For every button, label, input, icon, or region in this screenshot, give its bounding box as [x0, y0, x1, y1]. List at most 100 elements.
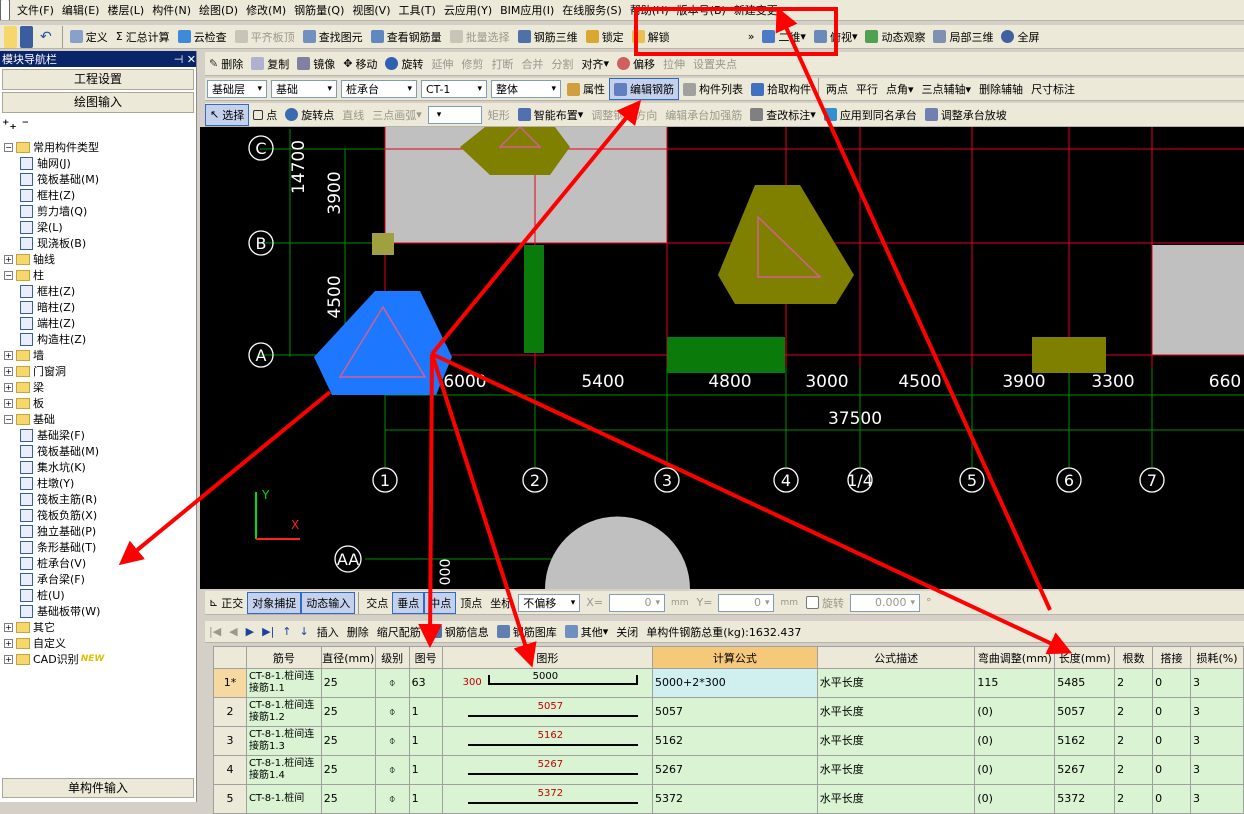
table-cell[interactable]: 水平长度: [816, 697, 976, 727]
offset-button[interactable]: 偏移: [613, 53, 659, 75]
table-cell[interactable]: 5372: [1054, 784, 1116, 814]
other-dropdown[interactable]: 其他 ▾: [561, 621, 613, 642]
table-cell[interactable]: 3: [1190, 784, 1244, 814]
first-record-icon[interactable]: |◀: [205, 621, 225, 642]
column-header[interactable]: 损耗(%): [1190, 646, 1244, 669]
table-cell[interactable]: (0): [974, 726, 1056, 756]
tree-item[interactable]: 集水坑(K): [0, 459, 196, 475]
table-cell[interactable]: 1: [408, 755, 443, 785]
tree-folder[interactable]: + 门窗洞: [0, 363, 196, 379]
modify-label-button[interactable]: 查改标注 ▾: [746, 104, 820, 126]
tree-item[interactable]: 桩(U): [0, 587, 196, 603]
tree-item[interactable]: 现浇板(B): [0, 235, 196, 251]
three-point-axis-button[interactable]: 三点辅轴 ▾: [918, 78, 976, 100]
intersection-snap[interactable]: 交点: [362, 592, 392, 614]
menu-item[interactable]: 构件(N): [148, 0, 195, 20]
pile-cap[interactable]: [1032, 337, 1106, 373]
vertex-snap[interactable]: 顶点: [456, 592, 486, 614]
x-input[interactable]: 0: [608, 593, 665, 612]
line-button[interactable]: 直线: [338, 104, 368, 126]
pick-component-button[interactable]: 拾取构件: [747, 78, 815, 100]
menu-item[interactable]: 在线服务(S): [558, 0, 626, 20]
collapse-icon[interactable]: −: [4, 414, 13, 424]
table-cell[interactable]: ⌽: [374, 784, 410, 814]
merge-button[interactable]: 合并: [517, 53, 547, 75]
rebar-3d-button[interactable]: 钢筋三维: [514, 26, 582, 48]
table-cell[interactable]: 1: [408, 726, 443, 756]
new-file-icon[interactable]: [0, 0, 10, 20]
table-cell[interactable]: 0: [1152, 726, 1192, 756]
arc-mode-select[interactable]: [427, 105, 482, 124]
find-element-button[interactable]: 查找图元: [299, 26, 367, 48]
parallel-button[interactable]: 平行: [852, 78, 882, 100]
dimension-button[interactable]: 尺寸标注: [1027, 78, 1079, 100]
column-header[interactable]: 公式描述: [816, 646, 976, 669]
view-rebar-qty-button[interactable]: 查看钢筋量: [367, 26, 446, 48]
collapse-icon[interactable]: −: [4, 270, 13, 280]
table-cell[interactable]: 1: [408, 784, 443, 814]
beam[interactable]: [524, 245, 544, 353]
tree-folder[interactable]: + 自定义: [0, 635, 196, 651]
edit-cap-reinforce-button[interactable]: 编辑承台加强筋: [661, 104, 746, 126]
table-cell[interactable]: 5485: [1054, 668, 1116, 698]
table-cell[interactable]: 25: [320, 726, 376, 756]
lock-button[interactable]: 锁定: [582, 26, 628, 48]
cad-drawing[interactable]: C B A 1 2 3 4 1/4 5 6 7 AA 6000 5400 480…: [200, 127, 1244, 589]
table-cell[interactable]: 25: [320, 668, 376, 698]
table-cell[interactable]: CT-8-1.桩间连接筋1.3: [245, 726, 322, 756]
table-row[interactable]: 3 CT-8-1.桩间连接筋1.3 25 ⌽ 1 5162 5162 水平长度 (0) 5162 2…: [213, 726, 1244, 756]
column-header[interactable]: 长度(mm): [1054, 646, 1116, 669]
menu-item[interactable]: 新建变更: [730, 0, 782, 20]
insert-button[interactable]: 插入: [313, 621, 343, 642]
drawing-canvas[interactable]: C B A 1 2 3 4 1/4 5 6 7 AA 6000 5400 480…: [200, 127, 1244, 589]
menu-item[interactable]: 修改(M): [242, 0, 290, 20]
two-point-button[interactable]: 两点: [822, 78, 852, 100]
table-cell[interactable]: CT-8-1.桩间连接筋1.1: [245, 668, 322, 698]
menu-item[interactable]: 文件(F): [13, 0, 58, 20]
prev-record-icon[interactable]: ◀: [225, 621, 241, 642]
table-cell[interactable]: ⌽: [374, 755, 410, 785]
tree-item[interactable]: 基础梁(F): [0, 427, 196, 443]
move-up-icon[interactable]: ↑: [278, 621, 295, 642]
table-cell[interactable]: 5162: [441, 726, 654, 756]
expand-collapse-icons[interactable]: ⁺₊ ⁻: [0, 113, 196, 135]
type-select[interactable]: 桩承台: [341, 80, 417, 98]
define-button[interactable]: 定义: [66, 26, 112, 48]
close-icon[interactable]: ⊣ ✕: [174, 53, 196, 66]
table-cell[interactable]: 5372: [652, 784, 818, 814]
project-settings-button[interactable]: 工程设置: [2, 69, 194, 90]
rect-button[interactable]: 矩形: [484, 104, 514, 126]
break-button[interactable]: 打断: [487, 53, 517, 75]
menu-item[interactable]: 视图(V): [348, 0, 394, 20]
menu-item[interactable]: 编辑(E): [58, 0, 104, 20]
delete-axis-button[interactable]: 删除辅轴: [975, 78, 1027, 100]
table-cell[interactable]: 1: [408, 697, 443, 727]
table-cell[interactable]: 25: [320, 784, 376, 814]
perpendicular-snap[interactable]: 垂点: [392, 591, 425, 614]
tree-item[interactable]: 剪力墙(Q): [0, 203, 196, 219]
table-cell[interactable]: 水平长度: [816, 726, 976, 756]
view-2d-dropdown[interactable]: 二维 ▾: [758, 26, 810, 48]
rotate-input[interactable]: 0.000: [850, 593, 921, 612]
menu-item[interactable]: 帮助(H): [626, 0, 673, 20]
tree-folder[interactable]: + 墙: [0, 347, 196, 363]
tree-folder[interactable]: + 板: [0, 395, 196, 411]
table-cell[interactable]: 水平长度: [816, 784, 976, 814]
menu-item[interactable]: 钢筋量(Q): [290, 0, 348, 20]
align-slab-top-button[interactable]: 平齐板顶: [231, 26, 299, 48]
expand-icon[interactable]: +: [4, 350, 13, 360]
column-header[interactable]: 计算公式: [652, 646, 818, 669]
table-cell[interactable]: 2: [1114, 755, 1154, 785]
tree-item[interactable]: 筏板基础(M): [0, 171, 196, 187]
delete-row-button[interactable]: 删除: [343, 621, 373, 642]
menu-item[interactable]: 绘图(D): [195, 0, 242, 20]
offset-select[interactable]: 不偏移: [518, 593, 581, 612]
menu-item[interactable]: 工具(T): [395, 0, 440, 20]
y-input[interactable]: 0: [718, 593, 775, 612]
table-cell[interactable]: 2: [213, 697, 247, 727]
tree-folder[interactable]: − 柱: [0, 267, 196, 283]
rotate-checkbox[interactable]: 旋转: [802, 592, 848, 614]
column-header[interactable]: 图号: [408, 646, 443, 669]
table-cell[interactable]: 5000+2*300: [652, 668, 818, 698]
dynamic-orbit-button[interactable]: 动态观察: [861, 26, 929, 48]
